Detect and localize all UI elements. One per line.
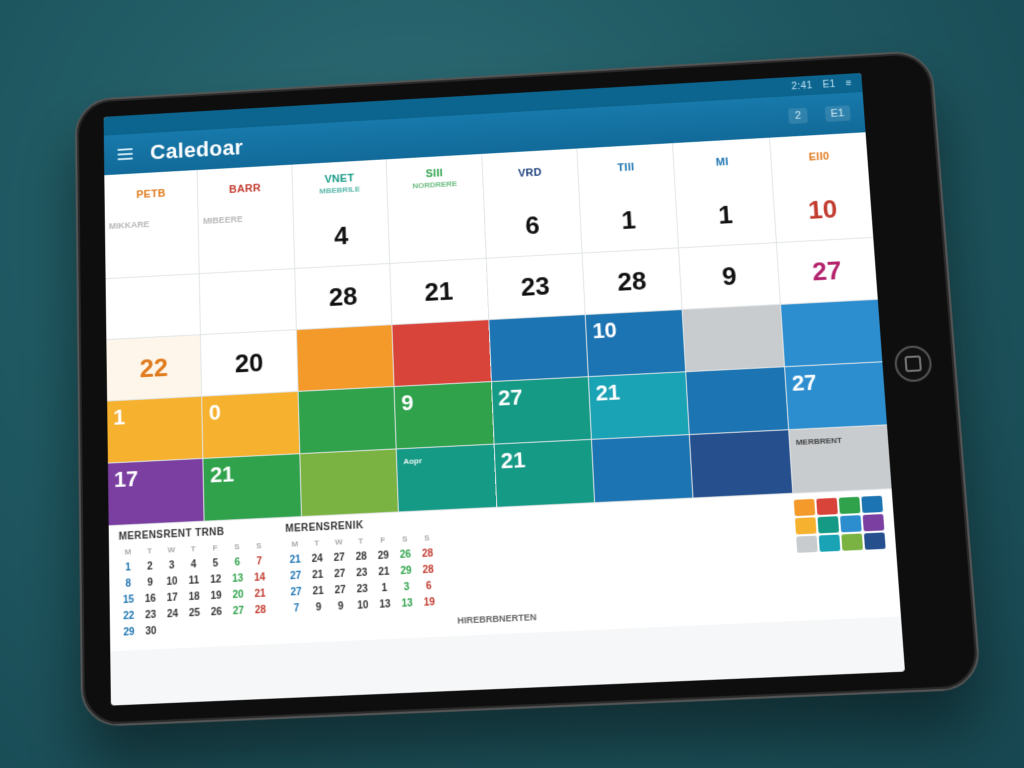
swatch-cell[interactable]: [794, 499, 816, 516]
swatch-cell[interactable]: [864, 532, 886, 549]
calendar-cell[interactable]: 4: [293, 203, 389, 268]
day-header[interactable]: VRD: [482, 149, 579, 198]
calendar-cell[interactable]: 9: [395, 382, 493, 448]
status-left: 2:41: [791, 80, 813, 92]
calendar-cell[interactable]: 10: [773, 177, 874, 243]
mini-cal-1[interactable]: MERENSRENT TRNB MTWTFSS12345678910111213…: [119, 525, 270, 641]
swatch-cell[interactable]: [841, 533, 863, 550]
calendar-cell[interactable]: 0: [203, 392, 300, 458]
calendar-cell[interactable]: 21: [204, 454, 301, 520]
header-chip-2[interactable]: E1: [824, 105, 850, 122]
calendar-cell[interactable]: 21: [390, 259, 487, 324]
calendar-cell[interactable]: 9: [679, 243, 779, 309]
day-header[interactable]: SIIINORDRERE: [387, 154, 483, 203]
day-header[interactable]: TIII: [577, 143, 675, 192]
day-header[interactable]: EII0: [770, 132, 869, 182]
calendar-cell[interactable]: 1: [579, 187, 678, 252]
calendar-cell[interactable]: [683, 305, 784, 371]
calendar-cell[interactable]: 1: [107, 397, 203, 463]
swatch-cell[interactable]: [819, 535, 841, 552]
calendar-cell[interactable]: Aopr: [397, 445, 496, 512]
swatch-cell[interactable]: [861, 496, 883, 513]
calendar-cell[interactable]: [781, 300, 883, 366]
swatch-cell[interactable]: [863, 514, 885, 531]
day-header[interactable]: VNETMBEBRILE: [292, 159, 387, 208]
status-mid: E1: [822, 79, 836, 90]
screen: 2:41 E1 ≡ Caledoar 2 E1 PETBBARRVNETMBEB…: [104, 73, 905, 706]
swatch-cell[interactable]: [840, 515, 862, 532]
status-right: ≡: [845, 78, 852, 89]
calendar-cell[interactable]: MIBEERE: [199, 209, 294, 274]
calendar-cell[interactable]: [690, 430, 792, 497]
calendar-cell[interactable]: 20: [201, 330, 297, 396]
legend-label: HIREBRBNERTEN: [457, 612, 537, 626]
tablet-frame: 2:41 E1 ≡ Caledoar 2 E1 PETBBARRVNETMBEB…: [75, 50, 982, 728]
calendar-content: PETBBARRVNETMBEBRILESIIINORDREREVRDTIIIM…: [104, 132, 905, 705]
swatch-cell[interactable]: [839, 497, 861, 514]
calendar-cell[interactable]: 27: [785, 362, 887, 429]
calendar-cell[interactable]: 21: [589, 372, 689, 439]
calendar-cell[interactable]: [489, 315, 588, 381]
calendar-cell[interactable]: [392, 320, 490, 386]
calendar-cell[interactable]: [300, 449, 398, 516]
day-header[interactable]: MI: [673, 138, 771, 188]
calendar-cell[interactable]: 21: [494, 440, 594, 507]
calendar-cell[interactable]: [592, 435, 693, 502]
calendar-cell[interactable]: [686, 367, 787, 434]
swatch-cell[interactable]: [795, 517, 817, 534]
app-title: Caledoar: [150, 135, 243, 165]
calendar-cell[interactable]: MIKKARE: [105, 214, 199, 278]
header-chip-1[interactable]: 2: [788, 108, 807, 124]
home-button[interactable]: [893, 345, 932, 383]
calendar-cell[interactable]: 6: [484, 193, 582, 258]
mini-cal-2[interactable]: MERENSRENIK MTWTFSS212427282926282721272…: [285, 517, 438, 617]
calendar-cell[interactable]: 28: [583, 248, 682, 314]
calendar-cell[interactable]: 17: [108, 459, 204, 525]
day-header[interactable]: PETB: [104, 170, 198, 219]
calendar-cell[interactable]: 1: [676, 182, 776, 247]
calendar-cell[interactable]: [388, 198, 485, 263]
calendar-cell[interactable]: [297, 325, 394, 391]
color-swatch[interactable]: [794, 496, 886, 553]
calendar-cell[interactable]: [200, 269, 296, 334]
swatch-cell[interactable]: [817, 516, 839, 533]
calendar-cell[interactable]: 10: [586, 310, 686, 376]
calendar-cell[interactable]: [298, 387, 395, 453]
calendar-cell[interactable]: 28: [295, 264, 391, 329]
calendar-grid: MIKKAREMIBEERE46111028212328927222010109…: [105, 177, 892, 526]
swatch-cell[interactable]: [816, 498, 838, 515]
swatch-cell[interactable]: [796, 536, 818, 553]
calendar-cell[interactable]: MERBRENT: [789, 425, 892, 492]
calendar-cell[interactable]: 22: [106, 335, 201, 400]
calendar-cell[interactable]: [106, 274, 201, 339]
calendar-cell[interactable]: 27: [777, 238, 878, 304]
calendar-cell[interactable]: 27: [491, 377, 590, 443]
day-header[interactable]: BARR: [198, 165, 292, 214]
menu-icon[interactable]: [117, 148, 133, 160]
calendar-cell[interactable]: 23: [486, 254, 584, 320]
